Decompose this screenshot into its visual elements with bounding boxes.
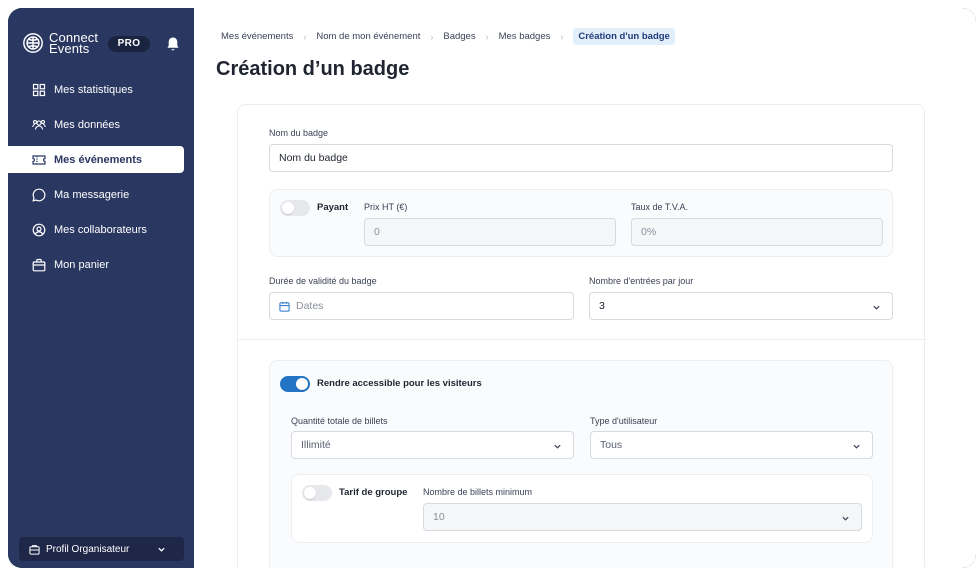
brand-name: Connect Events: [49, 31, 98, 55]
breadcrumb-item[interactable]: Mes badges: [499, 31, 551, 42]
breadcrumb-separator-icon: ›: [303, 31, 307, 42]
vat-label: Taux de T.V.A.: [631, 202, 689, 212]
min-tickets-select[interactable]: 10: [423, 503, 862, 531]
sidebar-item-label: Mes événements: [54, 153, 143, 166]
section-divider: [238, 339, 924, 340]
bell-icon[interactable]: [166, 36, 180, 52]
user-type-value: Tous: [600, 439, 623, 451]
badge-form-card: Nom du badge Nom du badge Payant Prix HT…: [237, 104, 925, 568]
group-rate-toggle[interactable]: [302, 485, 332, 501]
sidebar-item-label: Mes statistiques: [54, 83, 133, 96]
group-rate-section: Tarif de groupe Nombre de billets minimu…: [291, 474, 873, 543]
sidebar-item-label: Mes collaborateurs: [54, 223, 147, 236]
total-quantity-value: Illimité: [301, 439, 331, 451]
bag-icon: [32, 258, 46, 271]
users-icon: [32, 119, 46, 130]
badge-name-input[interactable]: Nom du badge: [269, 144, 893, 172]
price-input[interactable]: 0: [364, 218, 616, 246]
breadcrumb-separator-icon: ›: [560, 31, 564, 42]
globe-icon: [23, 33, 43, 53]
sidebar-item-label: Mon panier: [54, 258, 110, 271]
app-window: Connect Events PRO Mes statistiques Mes …: [8, 8, 976, 568]
validity-label: Durée de validité du badge: [269, 276, 377, 286]
grid-icon: [32, 83, 46, 96]
profile-icon: [29, 544, 40, 555]
vat-input[interactable]: 0%: [631, 218, 883, 246]
sidebar-item-panier[interactable]: Mon panier: [8, 251, 184, 278]
total-quantity-label: Quantité totale de billets: [291, 416, 388, 426]
plan-badge: PRO: [108, 36, 150, 52]
page-title: Création d’un badge: [216, 58, 410, 80]
main-content: Mes événements › Nom de mon événement › …: [194, 8, 976, 568]
ticket-icon: [32, 154, 46, 165]
chat-icon: [32, 188, 46, 202]
breadcrumb-separator-icon: ›: [485, 31, 489, 42]
paid-toggle-label: Payant: [317, 202, 349, 213]
sidebar-nav: Mes statistiques Mes données Mes événeme…: [8, 76, 194, 286]
badge-name-label: Nom du badge: [269, 128, 329, 138]
validity-date-input[interactable]: Dates: [269, 292, 574, 320]
chevron-down-icon: [873, 305, 880, 310]
breadcrumb-current: Création d'un badge: [573, 28, 675, 45]
price-value: 0: [374, 226, 380, 238]
visitor-access-label: Rendre accessible pour les visiteurs: [317, 378, 482, 389]
chevron-down-icon: [853, 444, 860, 449]
total-quantity-select[interactable]: Illimité: [291, 431, 574, 459]
breadcrumb-item[interactable]: Mes événements: [221, 31, 293, 42]
sidebar-item-statistiques[interactable]: Mes statistiques: [8, 76, 184, 103]
sidebar-item-messagerie[interactable]: Ma messagerie: [8, 181, 184, 208]
user-type-label: Type d'utilisateur: [590, 416, 658, 426]
entries-value: 3: [599, 300, 605, 312]
breadcrumb-item[interactable]: Badges: [443, 31, 475, 42]
at-icon: [32, 223, 46, 236]
paid-section: Payant Prix HT (€) 0 Taux de T.V.A. 0%: [269, 189, 893, 257]
price-label: Prix HT (€): [364, 202, 408, 212]
chevron-down-icon: [158, 547, 165, 552]
paid-toggle[interactable]: [280, 200, 310, 216]
entries-select[interactable]: 3: [589, 292, 893, 320]
sidebar-item-label: Mes données: [54, 118, 121, 131]
vat-value: 0%: [641, 226, 657, 238]
sidebar-item-evenements[interactable]: Mes événements: [8, 146, 184, 173]
calendar-icon: [279, 301, 290, 312]
entries-label: Nombre d'entrées par jour: [589, 276, 694, 286]
chevron-down-icon: [554, 444, 561, 449]
profile-switcher[interactable]: Profil Organisateur: [19, 537, 184, 561]
profile-label: Profil Organisateur: [46, 543, 130, 555]
sidebar-item-collaborateurs[interactable]: Mes collaborateurs: [8, 216, 184, 243]
badge-name-value: Nom du badge: [279, 152, 348, 164]
breadcrumb: Mes événements › Nom de mon événement › …: [221, 28, 675, 45]
visitor-access-toggle[interactable]: [280, 376, 310, 392]
visitor-access-section: Rendre accessible pour les visiteurs Qua…: [269, 360, 893, 568]
breadcrumb-separator-icon: ›: [430, 31, 434, 42]
chevron-down-icon: [842, 516, 849, 521]
min-tickets-label: Nombre de billets minimum: [423, 487, 533, 497]
min-tickets-value: 10: [433, 511, 445, 523]
brand-logo[interactable]: Connect Events: [22, 31, 98, 55]
sidebar: Connect Events PRO Mes statistiques Mes …: [8, 8, 194, 568]
breadcrumb-item[interactable]: Nom de mon événement: [316, 31, 420, 42]
user-type-select[interactable]: Tous: [590, 431, 873, 459]
group-rate-label: Tarif de groupe: [339, 487, 408, 498]
sidebar-item-label: Ma messagerie: [54, 188, 130, 201]
sidebar-item-donnees[interactable]: Mes données: [8, 111, 184, 138]
validity-placeholder: Dates: [296, 300, 324, 312]
